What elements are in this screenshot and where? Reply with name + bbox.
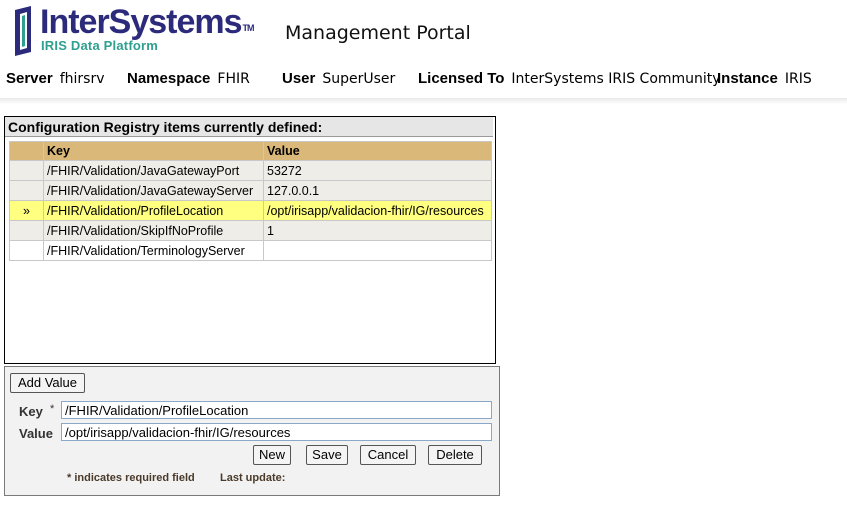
server-label: Server: [6, 70, 53, 87]
registry-title: Configuration Registry items currently d…: [5, 117, 493, 137]
logo-wordmark: InterSystemsTM: [40, 2, 255, 42]
table-row[interactable]: /FHIR/Validation/JavaGatewayPort 53272: [9, 160, 492, 181]
row-key[interactable]: /FHIR/Validation/TerminologyServer: [43, 240, 264, 261]
row-key[interactable]: /FHIR/Validation/ProfileLocation: [43, 200, 264, 221]
new-button[interactable]: New: [253, 445, 291, 465]
logo-trademark: TM: [242, 23, 255, 33]
selected-row-marker: »: [9, 200, 44, 221]
column-header-marker: [9, 141, 44, 161]
row-key[interactable]: /FHIR/Validation/JavaGatewayServer: [43, 180, 264, 201]
instance-info: Instance IRIS: [717, 70, 812, 87]
intersystems-logo-icon: [15, 6, 31, 56]
column-header-value[interactable]: Value: [263, 141, 492, 161]
key-required-mark: *: [50, 403, 55, 415]
row-value[interactable]: /opt/irisapp/validacion-fhir/IG/resource…: [263, 200, 492, 221]
delete-button[interactable]: Delete: [428, 445, 482, 465]
registry-table: Key Value /FHIR/Validation/JavaGatewayPo…: [9, 141, 492, 261]
row-marker: [9, 180, 44, 201]
logo-subtitle: IRIS Data Platform: [41, 38, 159, 53]
logo-word: InterSystems: [40, 3, 243, 41]
row-value[interactable]: 127.0.0.1: [263, 180, 492, 201]
row-key[interactable]: /FHIR/Validation/SkipIfNoProfile: [43, 220, 264, 241]
portal-header: InterSystemsTM IRIS Data Platform Manage…: [0, 0, 847, 104]
key-input[interactable]: [61, 401, 492, 419]
license-info: Licensed To InterSystems IRIS Community: [418, 70, 721, 87]
table-row[interactable]: /FHIR/Validation/SkipIfNoProfile 1: [9, 220, 492, 241]
user-value: SuperUser: [322, 71, 396, 87]
registry-panel: Configuration Registry items currently d…: [4, 116, 496, 364]
key-field-label: Key: [19, 404, 43, 419]
server-info: Server fhirsrv: [6, 70, 105, 87]
row-value[interactable]: 53272: [263, 160, 492, 181]
column-header-key[interactable]: Key: [43, 141, 264, 161]
user-label: User: [282, 70, 316, 87]
last-update-label: Last update:: [220, 472, 286, 484]
portal-title: Management Portal: [285, 22, 471, 44]
table-row[interactable]: /FHIR/Validation/TerminologyServer: [9, 240, 492, 261]
save-button[interactable]: Save: [306, 445, 348, 465]
value-input[interactable]: [61, 423, 492, 441]
row-value[interactable]: 1: [263, 220, 492, 241]
table-row-selected[interactable]: » /FHIR/Validation/ProfileLocation /opt/…: [9, 200, 492, 221]
row-value[interactable]: [263, 240, 492, 261]
info-bar: Server fhirsrv Namespace FHIR User SuperUse…: [0, 70, 847, 90]
server-value[interactable]: fhirsrv: [60, 71, 105, 87]
row-marker: [9, 240, 44, 261]
namespace-info: Namespace FHIR: [127, 70, 250, 87]
licensed-value: InterSystems IRIS Community: [511, 71, 721, 87]
table-row[interactable]: /FHIR/Validation/JavaGatewayServer 127.0…: [9, 180, 492, 201]
value-field-label: Value: [19, 426, 53, 441]
licensed-label: Licensed To: [418, 70, 505, 87]
row-marker: [9, 160, 44, 181]
instance-label: Instance: [717, 70, 778, 87]
instance-value: IRIS: [784, 71, 812, 87]
add-value-button[interactable]: Add Value: [10, 373, 85, 393]
row-marker: [9, 220, 44, 241]
user-info: User SuperUser: [282, 70, 395, 87]
table-header-row: Key Value: [9, 141, 492, 161]
row-key[interactable]: /FHIR/Validation/JavaGatewayPort: [43, 160, 264, 181]
namespace-value[interactable]: FHIR: [217, 71, 249, 87]
header-divider: [0, 98, 847, 104]
namespace-label: Namespace: [127, 70, 211, 87]
required-field-note: * indicates required field: [67, 472, 195, 484]
cancel-button[interactable]: Cancel: [360, 445, 416, 465]
registry-editor: Add Value Key * Value New Save Cancel De…: [4, 366, 500, 496]
